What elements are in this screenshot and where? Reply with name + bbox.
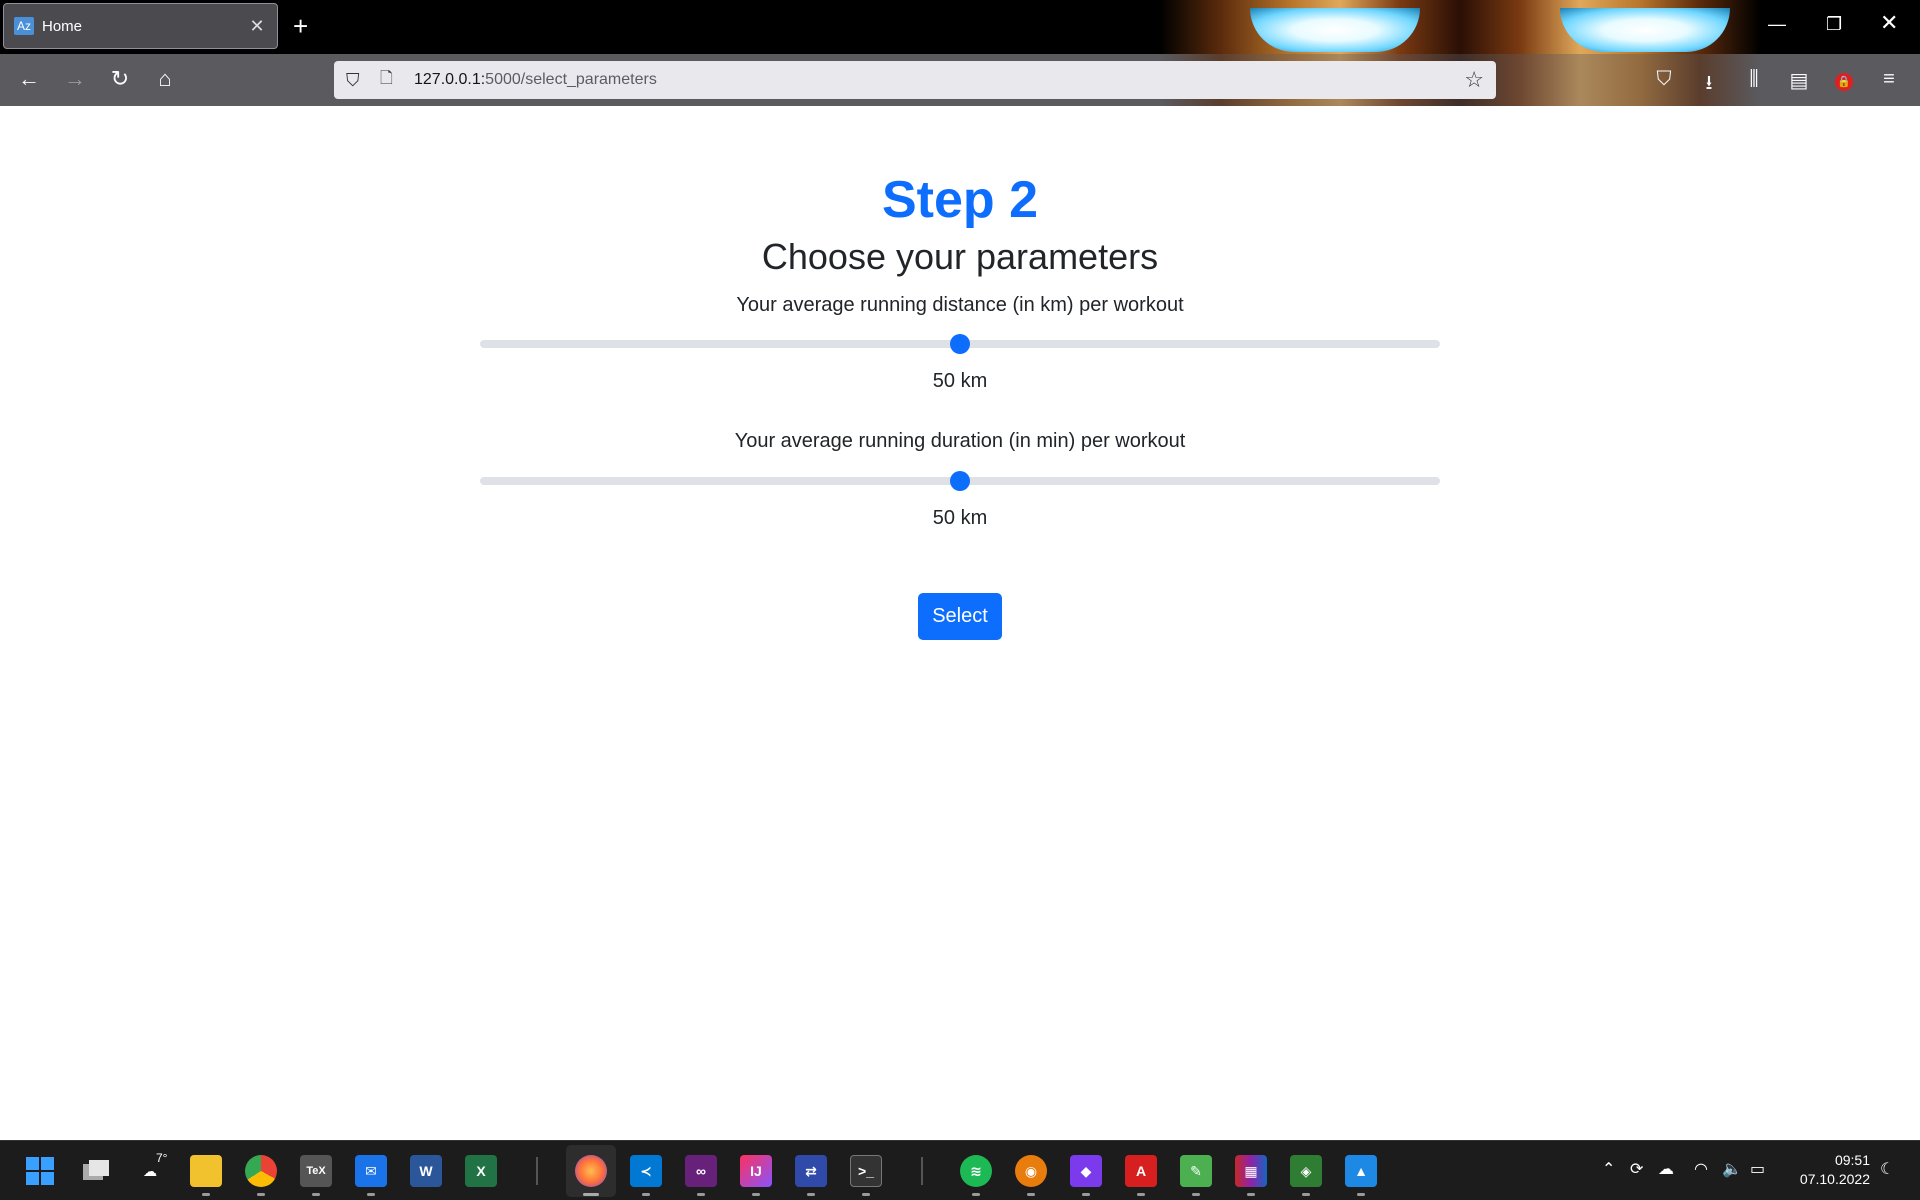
wifi-icon[interactable]: ◠ [1694, 1159, 1708, 1179]
distance-value: 50 km [932, 370, 988, 392]
network-app-icon[interactable]: ⇄ [795, 1155, 827, 1187]
focus-assist-moon-icon[interactable]: ☾ [1880, 1159, 1894, 1179]
select-button[interactable]: Select [918, 593, 1002, 640]
running-indicator [1027, 1193, 1035, 1196]
image-editor-icon[interactable]: ✎ [1180, 1155, 1212, 1187]
library-icon[interactable]: ⫼ [1740, 68, 1768, 91]
task-view-icon[interactable] [80, 1155, 112, 1187]
theme-eye-right [1560, 8, 1730, 52]
tray-overflow-chevron-icon[interactable]: ⌃ [1602, 1159, 1615, 1179]
duration-slider-thumb[interactable] [950, 471, 970, 491]
minimize-icon[interactable]: — [1768, 14, 1786, 35]
sync-icon[interactable]: ⟳ [1630, 1159, 1643, 1179]
active-indicator [583, 1193, 599, 1196]
running-indicator [1357, 1193, 1365, 1196]
new-tab-button[interactable]: + [293, 12, 308, 40]
nav-toolbar: ← → ↻ ⌂ ⛉ 🗋 127.0.0.1: 5000/select_parame… [0, 54, 1920, 106]
theme-eye-left [1250, 8, 1420, 52]
home-icon[interactable]: ⌂ [150, 66, 180, 92]
running-indicator [312, 1193, 320, 1196]
file-explorer-icon[interactable] [190, 1155, 222, 1187]
weather-temperature: 7° [156, 1151, 168, 1165]
distance-label: Your average running distance (in km) pe… [736, 294, 1184, 316]
running-indicator [807, 1193, 815, 1196]
duration-value: 50 km [932, 507, 988, 529]
obsidian-icon[interactable]: ◆ [1070, 1155, 1102, 1187]
running-indicator [697, 1193, 705, 1196]
running-indicator [1302, 1193, 1310, 1196]
clock-date: 07.10.2022 [1799, 1171, 1870, 1187]
page-subtitle: Choose your parameters [761, 236, 1159, 277]
running-indicator [1082, 1193, 1090, 1196]
onedrive-icon[interactable]: ☁ [1658, 1159, 1674, 1179]
duration-label: Your average running duration (in min) p… [734, 430, 1186, 452]
excel-icon[interactable]: X [465, 1155, 497, 1187]
tab-strip: Az Home ✕ + — ❐ ✕ [0, 0, 1920, 54]
volume-icon[interactable]: 🔈 [1722, 1159, 1742, 1179]
windows-start-icon[interactable] [24, 1155, 56, 1187]
tracking-shield-icon[interactable]: ⛉ [346, 70, 368, 91]
page-info-icon[interactable]: 🗋 [380, 67, 402, 94]
running-indicator [972, 1193, 980, 1196]
url-path: 5000/select_parameters [485, 71, 657, 88]
url-host: 127.0.0.1: [414, 71, 486, 88]
bookmark-star-icon[interactable]: ☆ [1464, 67, 1484, 93]
chrome-icon[interactable] [245, 1155, 277, 1187]
taskbar: ☁ 7° TeX ✉ W X ≺ ∞ IJ ⇄ >_ ≋ ◉ ◆ A ✎ ▦ ◈… [0, 1140, 1920, 1200]
acrobat-icon[interactable]: A [1125, 1155, 1157, 1187]
taskbar-separator [536, 1157, 538, 1185]
back-arrow-icon[interactable]: ← [14, 66, 44, 92]
texmaker-icon[interactable]: TeX [300, 1155, 332, 1187]
battery-icon[interactable]: ▭ [1750, 1159, 1765, 1179]
hamburger-menu-icon[interactable]: ≡ [1875, 68, 1903, 91]
spotify-icon[interactable]: ≋ [960, 1155, 992, 1187]
forward-arrow-icon[interactable]: → [60, 66, 90, 92]
addon-lock-icon[interactable]: 🔒 [1830, 68, 1858, 91]
page-title: Step 2 [881, 171, 1039, 229]
clock[interactable]: 09:51 07.10.2022 [1786, 1151, 1870, 1189]
close-window-icon[interactable]: ✕ [1880, 10, 1898, 36]
taskbar-separator [921, 1157, 923, 1185]
address-bar[interactable]: ⛉ 🗋 127.0.0.1: 5000/select_parameters ☆ [334, 61, 1496, 99]
word-icon[interactable]: W [410, 1155, 442, 1187]
running-indicator [642, 1193, 650, 1196]
intellij-icon[interactable]: IJ [740, 1155, 772, 1187]
tab-favicon-icon: Az [14, 17, 34, 35]
running-indicator [862, 1193, 870, 1196]
running-indicator [257, 1193, 265, 1196]
tab-close-icon[interactable]: ✕ [247, 16, 267, 37]
tab-title: Home [42, 17, 83, 35]
distance-slider[interactable] [480, 334, 1440, 354]
running-indicator [1192, 1193, 1200, 1196]
pocket-icon[interactable]: ⛉ [1650, 68, 1678, 91]
winrar-icon[interactable]: ▦ [1235, 1155, 1267, 1187]
page-content: Step 2 Choose your parameters Your avera… [0, 106, 1920, 1140]
running-indicator [367, 1193, 375, 1196]
running-indicator [1247, 1193, 1255, 1196]
sidebar-icon[interactable]: ▤ [1785, 68, 1813, 93]
terminal-icon[interactable]: >_ [850, 1155, 882, 1187]
blender-icon[interactable]: ◉ [1015, 1155, 1047, 1187]
running-indicator [202, 1193, 210, 1196]
restore-icon[interactable]: ❐ [1826, 14, 1842, 35]
photos-icon[interactable]: ▲ [1345, 1155, 1377, 1187]
running-indicator [752, 1193, 760, 1196]
vscode-icon[interactable]: ≺ [630, 1155, 662, 1187]
firefox-icon[interactable] [575, 1155, 607, 1187]
running-indicator [1137, 1193, 1145, 1196]
download-icon[interactable]: ⭳ [1695, 68, 1723, 102]
reload-icon[interactable]: ↻ [105, 66, 135, 92]
mail-icon[interactable]: ✉ [355, 1155, 387, 1187]
duration-slider[interactable] [480, 471, 1440, 491]
distance-slider-thumb[interactable] [950, 334, 970, 354]
git-tool-icon[interactable]: ◈ [1290, 1155, 1322, 1187]
browser-tab[interactable]: Az Home ✕ [3, 3, 278, 49]
clock-time: 09:51 [1834, 1152, 1870, 1168]
visual-studio-icon[interactable]: ∞ [685, 1155, 717, 1187]
